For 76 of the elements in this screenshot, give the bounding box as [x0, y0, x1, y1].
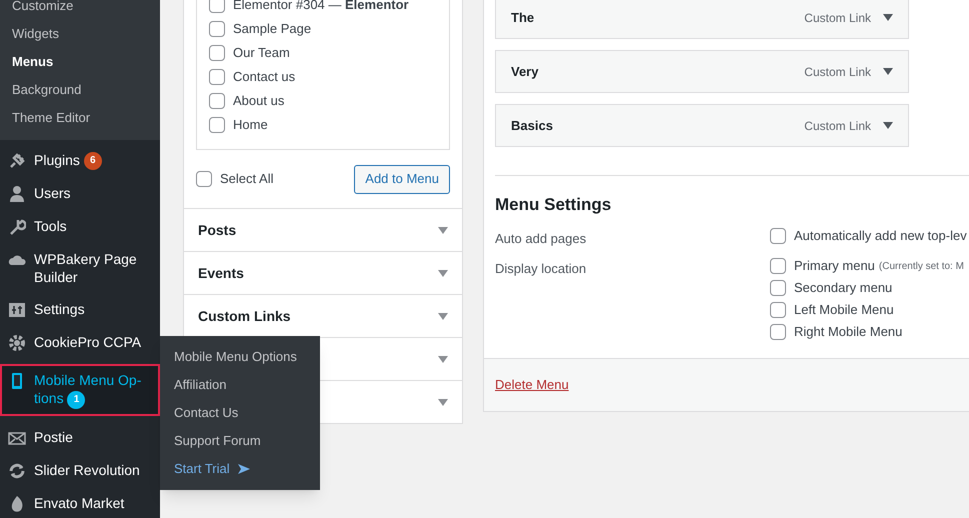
option-label: Left Mobile Menu	[794, 301, 894, 320]
checkbox[interactable]	[770, 302, 786, 318]
caret-icon[interactable]	[438, 270, 448, 276]
checkbox[interactable]	[196, 171, 212, 187]
submenu-item[interactable]: Widgets	[0, 20, 160, 48]
caret-icon[interactable]	[438, 398, 448, 406]
caret-icon[interactable]	[883, 122, 893, 129]
menu-item-type: Custom Link	[804, 118, 871, 134]
add-to-menu-button[interactable]: Add to Menu	[354, 164, 450, 194]
option-note: (Currently set to: M	[878, 260, 964, 274]
select-all-label: Select All	[220, 170, 274, 188]
caret-icon[interactable]	[883, 14, 893, 21]
option-label: Primary menu	[794, 257, 875, 276]
sidebar-item[interactable]: Slider Revolution	[0, 454, 160, 487]
caret-icon[interactable]	[438, 226, 448, 234]
page-label: Our Team	[233, 44, 290, 62]
page-label: Elementor #304 — Elementor	[233, 0, 409, 14]
count-badge: 6	[84, 152, 102, 170]
menu-item-title: Very	[511, 62, 538, 81]
count-badge: 1	[67, 390, 86, 409]
person-icon	[8, 185, 26, 204]
checkbox[interactable]	[209, 93, 225, 109]
accordion-section[interactable]: Posts	[184, 208, 462, 251]
menu-item-title: Basics	[511, 116, 553, 135]
checkbox[interactable]	[770, 324, 786, 340]
caret-icon[interactable]	[438, 356, 448, 362]
caret-icon[interactable]	[883, 68, 893, 75]
page-label: Sample Page	[233, 20, 312, 38]
checkbox[interactable]	[209, 69, 225, 85]
checkbox[interactable]	[209, 45, 225, 61]
start-trial-link[interactable]: Start Trial	[160, 455, 320, 483]
sidebar-item[interactable]: WPBakery Page Builder	[0, 243, 160, 294]
gear-icon	[8, 334, 26, 352]
page-label: Home	[233, 116, 268, 134]
flyout-item[interactable]: Contact Us	[160, 399, 320, 427]
submenu-item[interactable]: Background	[0, 76, 160, 104]
flyout-item[interactable]: Affiliation	[160, 371, 320, 399]
sidebar-item[interactable]: Tools	[0, 210, 160, 244]
flyout-item[interactable]: Mobile Menu Options	[160, 343, 320, 371]
page-label: Contact us	[233, 68, 296, 86]
sidebar-item[interactable]: Postie	[0, 420, 160, 454]
submenu-item[interactable]: Customize	[0, 0, 160, 20]
menu-item-title: The	[511, 8, 534, 27]
menu-item-type: Custom Link	[804, 10, 871, 26]
flyout-item[interactable]: Support Forum	[160, 427, 320, 455]
checkbox[interactable]	[209, 21, 225, 37]
menu-item-type: Custom Link	[804, 64, 871, 80]
sidebar-item[interactable]: Users	[0, 177, 160, 210]
checkbox[interactable]	[770, 228, 786, 244]
delete-menu-link[interactable]: Delete Menu	[495, 375, 569, 395]
accordion-section[interactable]: Events	[184, 251, 462, 294]
sidebar-item[interactable]: Envato Market	[0, 486, 160, 518]
sidebar-item[interactable]: Settings	[0, 293, 160, 326]
menu-settings-heading: Menu Settings	[495, 194, 612, 216]
checkbox[interactable]	[209, 117, 225, 133]
checkbox[interactable]	[770, 280, 786, 296]
checkbox[interactable]	[209, 0, 225, 13]
setting-label: Auto add pages	[495, 230, 588, 248]
checkbox[interactable]	[770, 258, 786, 274]
sliders-icon	[8, 301, 26, 320]
submenu-item[interactable]: Menus	[0, 48, 160, 76]
menu-item-bar[interactable]: Very Custom Link	[495, 50, 909, 93]
submenu-item[interactable]: Theme Editor	[0, 104, 160, 132]
option-label: Secondary menu	[794, 279, 892, 298]
option-label: Right Mobile Menu	[794, 323, 902, 342]
option-label: Automatically add new top-lev	[794, 226, 967, 245]
refresh-icon	[8, 462, 26, 480]
setting-label: Display location	[495, 260, 588, 278]
page-label: About us	[233, 92, 284, 110]
menu-item-bar[interactable]: The Custom Link	[495, 0, 909, 39]
sidebar-item[interactable]: Mobile Menu Op-tions 1	[0, 364, 160, 416]
sidebar-item[interactable]: Plugins 6	[0, 144, 160, 178]
caret-icon[interactable]	[438, 312, 448, 320]
sidebar-item[interactable]: CookiePro CCPA	[0, 326, 160, 360]
arrow-icon	[238, 464, 250, 474]
menu-item-bar[interactable]: Basics Custom Link	[495, 104, 909, 147]
